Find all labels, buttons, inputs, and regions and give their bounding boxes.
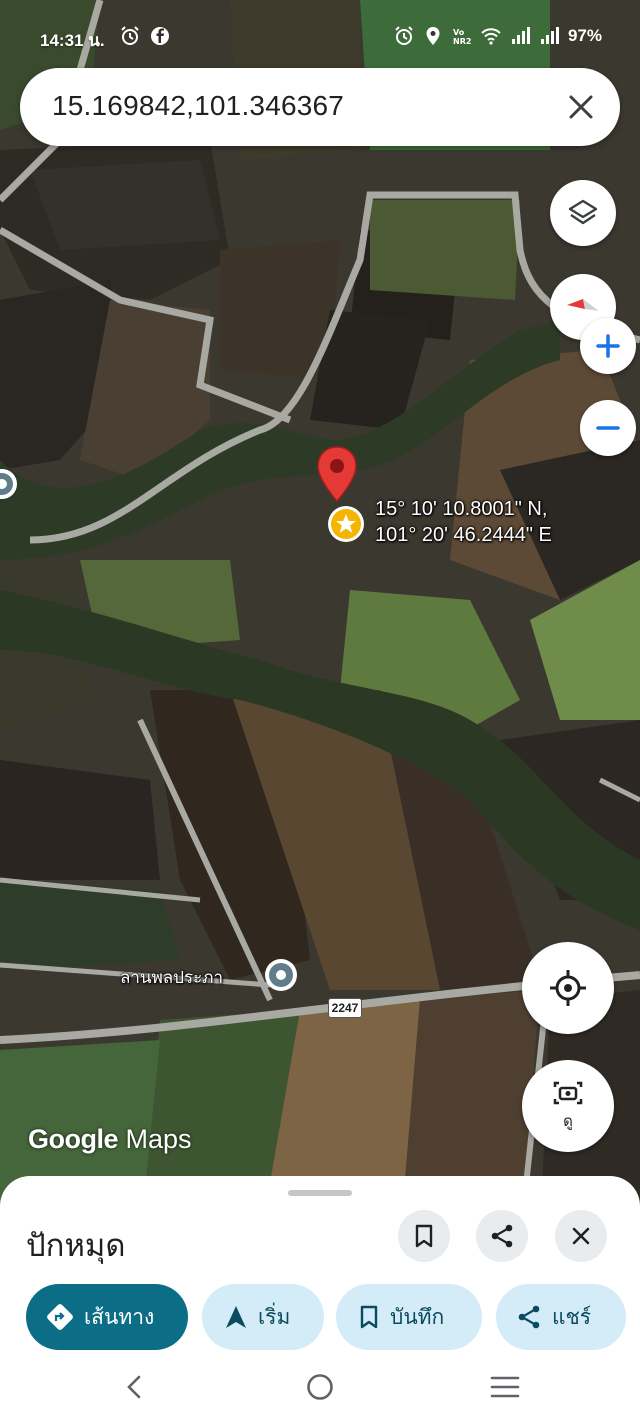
sheet-drag-handle[interactable] bbox=[288, 1190, 352, 1196]
signal-icon bbox=[540, 27, 559, 44]
recents-icon[interactable] bbox=[488, 1370, 522, 1404]
satellite-map[interactable]: 15° 10' 10.8001" N, 101° 20' 46.2444" E … bbox=[0, 0, 640, 1240]
share-icon-button[interactable] bbox=[476, 1210, 528, 1262]
status-time: 14:31 น. bbox=[40, 31, 105, 50]
directions-label: เส้นทาง bbox=[84, 1304, 155, 1329]
layers-button[interactable] bbox=[550, 180, 616, 246]
navigation-arrow-icon bbox=[226, 1306, 246, 1328]
map-imagery bbox=[0, 0, 640, 1240]
saved-star-marker-icon[interactable] bbox=[326, 504, 366, 544]
maps-logo-text: Maps bbox=[125, 1124, 192, 1154]
close-sheet-button[interactable] bbox=[555, 1210, 607, 1262]
road-number-shield: 2247 bbox=[328, 998, 362, 1018]
battery-percentage: 97% bbox=[567, 26, 602, 45]
wifi-icon bbox=[481, 28, 501, 45]
facebook-icon bbox=[151, 27, 169, 45]
status-bar: 14:31 น. Vo NR2 97% bbox=[0, 0, 640, 76]
signal-icon bbox=[511, 27, 530, 44]
camera-view-icon bbox=[553, 1081, 583, 1105]
search-bar[interactable]: 15.169842,101.346367 bbox=[20, 68, 620, 146]
share-label: แชร์ bbox=[552, 1304, 592, 1329]
coordinates-latitude: 15° 10' 10.8001" N, bbox=[375, 498, 548, 520]
camera-view-button[interactable]: ดู bbox=[522, 1060, 614, 1152]
red-pin-icon[interactable] bbox=[316, 445, 358, 503]
place-label[interactable]: ลานพลประภา bbox=[120, 964, 223, 991]
zoom-in-icon bbox=[596, 334, 620, 358]
location-icon bbox=[426, 27, 440, 45]
zoom-out-icon bbox=[596, 426, 620, 430]
save-button[interactable]: บันทึก bbox=[336, 1284, 482, 1350]
close-icon bbox=[572, 1227, 590, 1245]
share-icon bbox=[491, 1224, 513, 1248]
svg-text:Vo: Vo bbox=[453, 28, 465, 37]
view-button-label: ดู bbox=[563, 1112, 573, 1130]
my-location-button[interactable] bbox=[522, 942, 614, 1034]
zoom-in-button[interactable] bbox=[580, 318, 636, 374]
alarm-icon bbox=[395, 26, 413, 45]
google-maps-logo: Google Maps bbox=[28, 1124, 192, 1155]
vonr-icon: Vo NR2 bbox=[453, 28, 471, 46]
zoom-out-button[interactable] bbox=[580, 400, 636, 456]
system-navigation-bar bbox=[0, 1354, 640, 1421]
place-marker-icon[interactable] bbox=[262, 956, 300, 994]
start-navigation-button[interactable]: เริ่ม bbox=[202, 1284, 324, 1350]
svg-text:NR2: NR2 bbox=[453, 37, 471, 46]
share-button[interactable]: แชร์ bbox=[496, 1284, 626, 1350]
sheet-title: ปักหมุด bbox=[26, 1228, 126, 1264]
poi-marker-icon[interactable] bbox=[0, 466, 20, 502]
google-logo-text: Google bbox=[28, 1124, 119, 1154]
coordinates-longitude: 101° 20' 46.2444" E bbox=[375, 524, 552, 546]
home-icon[interactable] bbox=[303, 1370, 337, 1404]
alarm-icon bbox=[121, 26, 139, 45]
share-icon bbox=[518, 1305, 540, 1329]
save-label: บันทึก bbox=[390, 1304, 445, 1329]
bookmark-icon bbox=[360, 1305, 378, 1329]
pin-coordinates: 15° 10' 10.8001" N, 101° 20' 46.2444" E bbox=[375, 496, 552, 548]
close-icon[interactable] bbox=[564, 90, 598, 124]
search-query[interactable]: 15.169842,101.346367 bbox=[52, 90, 344, 122]
bookmark-icon bbox=[415, 1224, 433, 1248]
layers-icon bbox=[568, 199, 598, 225]
directions-icon bbox=[47, 1304, 73, 1330]
save-icon-button[interactable] bbox=[398, 1210, 450, 1262]
start-label: เริ่ม bbox=[258, 1304, 291, 1329]
back-icon[interactable] bbox=[118, 1370, 152, 1404]
directions-button[interactable]: เส้นทาง bbox=[26, 1284, 188, 1350]
my-location-icon bbox=[550, 970, 586, 1006]
